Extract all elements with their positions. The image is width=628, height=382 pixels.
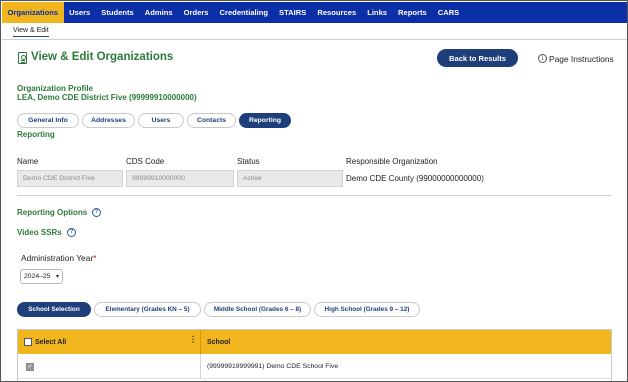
video-ssrs-heading: Video SSRs (17, 228, 62, 237)
tab-general-info[interactable]: General Info (17, 113, 79, 128)
nav-resources[interactable]: Resources (312, 2, 362, 23)
nav-cars[interactable]: CARS (432, 2, 465, 23)
school-table: Select All ⋮ School ✓ (99999919999991) D… (17, 329, 612, 381)
school-header-label: School (207, 338, 231, 346)
reporting-options-heading: Reporting Options (17, 208, 88, 217)
subnav-view-edit[interactable]: View & Edit (13, 27, 49, 37)
org-profile-label: Organization Profile (17, 84, 94, 93)
school-filter-pills: School Selection Elementary (Grades KN –… (17, 302, 420, 317)
filter-high-school[interactable]: High School (Grades 9 – 12) (314, 302, 420, 317)
nav-stairs[interactable]: STAIRS (274, 2, 312, 23)
tab-reporting[interactable]: Reporting (239, 113, 291, 128)
school-header[interactable]: School (201, 330, 611, 354)
nav-users[interactable]: Users (64, 2, 96, 23)
filter-elementary[interactable]: Elementary (Grades KN – 5) (94, 302, 201, 317)
top-navigation: Organizations Users Students Admins Orde… (2, 2, 627, 23)
back-to-results-button[interactable]: Back to Results (437, 49, 518, 67)
chevron-down-icon: ▾ (55, 274, 59, 280)
column-menu-icon[interactable]: ⋮ (189, 336, 197, 344)
select-all-checkbox[interactable] (24, 338, 32, 346)
page-frame: Organizations Users Students Admins Orde… (0, 0, 628, 382)
info-icon[interactable]: i (538, 54, 547, 63)
admin-year-label: Administration Year* (21, 253, 96, 263)
table-row: ✓ (99999919999991) Demo CDE School Five (18, 354, 611, 379)
question-circle-icon[interactable]: ? (67, 228, 76, 237)
name-field: Demo CDE District Five (17, 170, 123, 187)
sub-navigation: View & Edit (2, 23, 627, 40)
name-label: Name (17, 157, 39, 166)
cds-code-field: 99999910000000 (126, 170, 234, 187)
row-checkbox[interactable]: ✓ (26, 362, 34, 371)
page-instructions-link[interactable]: Page Instructions (549, 54, 614, 64)
admin-year-value: 2024–25 (24, 273, 51, 280)
table-header: Select All ⋮ School (18, 330, 611, 354)
organization-profile: Organization Profile LEA, Demo CDE Distr… (17, 84, 197, 102)
status-label: Status (237, 157, 260, 166)
admin-year-select[interactable]: 2024–25 ▾ (20, 269, 63, 284)
nav-organizations[interactable]: Organizations (2, 2, 64, 23)
status-field: Active (237, 170, 343, 187)
tab-contacts[interactable]: Contacts (187, 113, 236, 128)
admin-year-label-text: Administration Year (21, 253, 94, 263)
filter-middle-school[interactable]: Middle School (Grades 6 – 8) (204, 302, 311, 317)
cds-code-label: CDS Code (126, 157, 165, 166)
section-divider (17, 195, 611, 196)
responsible-org-label: Responsible Organization (346, 157, 438, 166)
select-all-header[interactable]: Select All ⋮ (18, 330, 201, 354)
nav-links[interactable]: Links (362, 2, 393, 23)
reporting-heading: Reporting (17, 130, 55, 139)
school-cell: (99999919999991) Demo CDE School Five (207, 363, 339, 370)
filter-school-selection[interactable]: School Selection (17, 302, 91, 317)
row-select-cell: ✓ (18, 354, 201, 379)
nav-admins[interactable]: Admins (139, 2, 178, 23)
select-all-label: Select All (35, 338, 67, 346)
tab-users[interactable]: Users (138, 113, 184, 128)
nav-students[interactable]: Students (96, 2, 140, 23)
responsible-org-value: Demo CDE County (99000000000000) (346, 174, 484, 183)
profile-tabs: General Info Addresses Users Contacts Re… (17, 113, 291, 128)
question-circle-icon[interactable]: ? (92, 208, 101, 217)
org-name-line: LEA, Demo CDE District Five (99999910000… (17, 93, 197, 102)
nav-orders[interactable]: Orders (178, 2, 214, 23)
id-badge-icon (18, 52, 27, 64)
page-title: View & Edit Organizations (31, 51, 174, 63)
tab-addresses[interactable]: Addresses (82, 113, 135, 128)
nav-credentialing[interactable]: Credentialing (214, 2, 274, 23)
nav-reports[interactable]: Reports (393, 2, 433, 23)
required-marker: * (93, 253, 97, 263)
